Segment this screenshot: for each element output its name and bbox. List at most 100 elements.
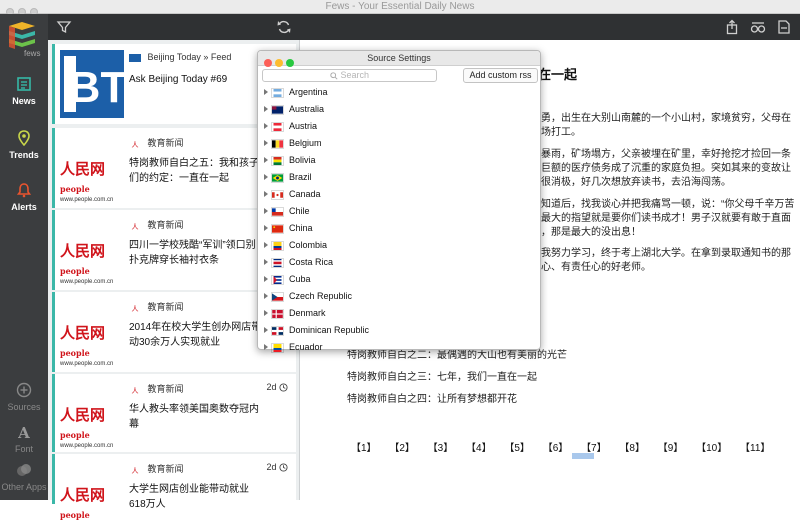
refresh-icon[interactable] xyxy=(276,19,292,35)
disclosure-triangle-icon[interactable] xyxy=(264,140,268,146)
disclosure-triangle-icon[interactable] xyxy=(264,106,268,112)
feed-card-source-name: 教育新闻 xyxy=(147,220,184,230)
sidebar-item-sources[interactable]: Sources xyxy=(0,382,48,412)
country-row-australia[interactable]: Australia xyxy=(258,102,540,119)
people-daily-thumbnail: 人民网 people www.people.com.cn xyxy=(60,380,124,449)
sidebar-item-label: Other Apps xyxy=(1,482,47,492)
disclosure-triangle-icon[interactable] xyxy=(264,208,268,214)
related-article-link[interactable]: 特岗教师自白之四：让所有梦想都开花 xyxy=(347,393,517,407)
disclosure-triangle-icon[interactable] xyxy=(264,344,268,350)
sidebar-item-other-apps[interactable]: Other Apps xyxy=(0,462,48,492)
feed-card-title: 大学生网店创业能带动就业618万人 xyxy=(129,484,249,510)
related-article-link[interactable]: 特岗教师自白之三：七年，我们一直在一起 xyxy=(347,371,537,385)
app-logo: fews xyxy=(7,22,41,60)
country-name: Cuba xyxy=(289,274,311,284)
people-logo-text: 人民网 xyxy=(60,160,106,178)
feed-card-source-name: 教育新闻 xyxy=(147,464,184,474)
page-link[interactable]: 【2】 xyxy=(389,443,415,454)
feed-card[interactable]: 人民网 people 人 教育新闻 2d 大学生网店创业能带动就业618万人 xyxy=(52,454,296,520)
country-row-czech-republic[interactable]: Czech Republic xyxy=(258,289,540,306)
reading-glasses-icon[interactable] xyxy=(750,19,766,35)
page-link[interactable]: 【3】 xyxy=(428,443,454,454)
page-link[interactable]: 【11】 xyxy=(740,443,770,454)
page-link[interactable]: 【8】 xyxy=(619,443,645,454)
country-row-denmark[interactable]: Denmark xyxy=(258,306,540,323)
sidebar-item-label: Alerts xyxy=(11,202,37,212)
country-row-belgium[interactable]: Belgium xyxy=(258,136,540,153)
disclosure-triangle-icon[interactable] xyxy=(264,242,268,248)
article-paragraph: 我努力学习，终于考上湖北大学。在拿到录取通知书的那 xyxy=(541,248,791,259)
feed-card-age: 2d xyxy=(266,382,288,392)
page-link[interactable]: 【9】 xyxy=(658,443,684,454)
country-row-argentina[interactable]: Argentina xyxy=(258,85,540,102)
people-logo-latin: people xyxy=(60,348,90,358)
dialog-close-button[interactable] xyxy=(264,59,272,67)
page-link[interactable]: 【5】 xyxy=(504,443,530,454)
disclosure-triangle-icon[interactable] xyxy=(264,157,268,163)
article-paragraph: 暴雨，矿场塌方，父亲被埋在矿里，幸好抢挖才捡回一条 xyxy=(541,149,791,160)
australia-flag-icon xyxy=(271,105,284,115)
page-link[interactable]: 【1】 xyxy=(351,443,377,454)
page-link[interactable]: 【10】 xyxy=(696,443,727,454)
country-name: Denmark xyxy=(289,308,326,318)
colombia-flag-icon xyxy=(271,241,284,251)
people-source-logo-icon: 人 xyxy=(129,139,141,148)
china-flag-icon xyxy=(271,224,284,234)
disclosure-triangle-icon[interactable] xyxy=(264,327,268,333)
page-link[interactable]: 【4】 xyxy=(466,443,492,454)
argentina-flag-icon xyxy=(271,88,284,98)
toolbar xyxy=(48,14,800,40)
dialog-zoom-button[interactable] xyxy=(286,59,294,67)
country-row-cuba[interactable]: Cuba xyxy=(258,272,540,289)
disclosure-triangle-icon[interactable] xyxy=(264,123,268,129)
dialog-minimize-button[interactable] xyxy=(275,59,283,67)
country-name: China xyxy=(289,223,313,233)
disclosure-triangle-icon[interactable] xyxy=(264,89,268,95)
sidebar: fews News Trends Alerts Sources A Font O… xyxy=(0,14,48,500)
disclosure-triangle-icon[interactable] xyxy=(264,310,268,316)
add-custom-rss-button[interactable]: Add custom rss xyxy=(463,68,538,83)
sidebar-item-news[interactable]: News xyxy=(0,76,48,106)
people-logo-latin: people xyxy=(60,266,90,276)
filter-icon[interactable] xyxy=(56,19,72,35)
svg-text:A: A xyxy=(17,424,30,440)
disclosure-triangle-icon[interactable] xyxy=(264,191,268,197)
feed-card[interactable]: 人民网 people www.people.com.cn 人 教育新闻 2d 华人… xyxy=(52,374,296,452)
country-row-ecuador[interactable]: Ecuador xyxy=(258,340,540,357)
country-row-colombia[interactable]: Colombia xyxy=(258,238,540,255)
country-row-costa-rica[interactable]: Costa Rica xyxy=(258,255,540,272)
feed-card-age-text: 2d xyxy=(266,462,277,472)
country-row-austria[interactable]: Austria xyxy=(258,119,540,136)
sidebar-item-font[interactable]: A Font xyxy=(0,424,48,454)
source-search-input[interactable]: Search xyxy=(262,69,437,82)
sidebar-item-alerts[interactable]: Alerts xyxy=(0,182,48,212)
disclosure-triangle-icon[interactable] xyxy=(264,276,268,282)
disclosure-triangle-icon[interactable] xyxy=(264,259,268,265)
country-row-brazil[interactable]: Brazil xyxy=(258,170,540,187)
disclosure-triangle-icon[interactable] xyxy=(264,174,268,180)
sidebar-item-trends[interactable]: Trends xyxy=(0,130,48,160)
page-link[interactable]: 【6】 xyxy=(543,443,569,454)
feed-card-source: Beijing Today » Feed xyxy=(129,52,231,62)
country-name: Colombia xyxy=(289,240,328,250)
country-row-china[interactable]: China xyxy=(258,221,540,238)
country-row-canada[interactable]: Canada xyxy=(258,187,540,204)
people-source-logo-icon: 人 xyxy=(129,303,141,312)
country-name: Dominican Republic xyxy=(289,325,370,335)
disclosure-triangle-icon[interactable] xyxy=(264,225,268,231)
disclosure-triangle-icon[interactable] xyxy=(264,293,268,299)
document-icon[interactable] xyxy=(776,19,792,35)
bt-source-logo-icon xyxy=(129,53,141,62)
people-daily-thumbnail: 人民网 people xyxy=(60,460,124,528)
share-icon[interactable] xyxy=(724,19,740,35)
country-row-chile[interactable]: Chile xyxy=(258,204,540,221)
country-name: Brazil xyxy=(289,172,312,182)
country-row-dominican-republic[interactable]: Dominican Republic xyxy=(258,323,540,340)
feed-card-source-name: 教育新闻 xyxy=(147,138,184,148)
country-list[interactable]: Argentina Australia Austria Belgium Boli… xyxy=(258,85,540,357)
feed-card-source-name: Beijing Today » Feed xyxy=(147,52,232,62)
article-paragraph: 心、有责任心的好老师。 xyxy=(541,262,651,273)
feed-card-age: 2d xyxy=(266,462,288,472)
sidebar-item-label: News xyxy=(12,96,36,106)
country-row-bolivia[interactable]: Bolivia xyxy=(258,153,540,170)
